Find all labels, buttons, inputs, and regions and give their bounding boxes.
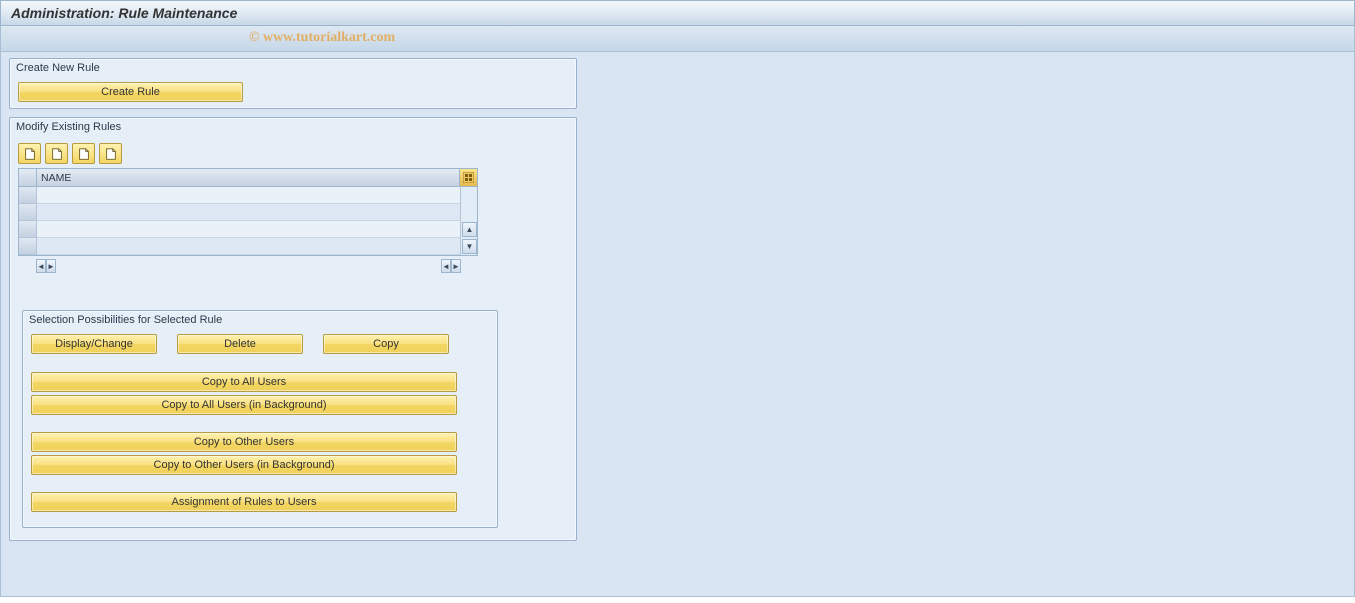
copy-to-other-users-bg-button[interactable]: Copy to Other Users (in Background) — [31, 455, 457, 475]
chevron-down-icon: ▼ — [466, 243, 474, 251]
panel-title-selection: Selection Possibilities for Selected Rul… — [23, 311, 497, 331]
panel-title-create: Create New Rule — [10, 59, 576, 79]
column-header-name[interactable]: NAME — [37, 169, 459, 187]
document-icon — [23, 147, 37, 161]
chevron-up-icon: ▲ — [466, 226, 474, 234]
scroll-right-button[interactable]: ► — [46, 259, 56, 273]
cell-name[interactable] — [37, 238, 460, 255]
table-rows — [19, 187, 460, 255]
panel-selection-possibilities: Selection Possibilities for Selected Rul… — [22, 310, 498, 528]
copy-all-label: Copy to All Users — [202, 376, 286, 388]
table-row[interactable] — [19, 238, 460, 255]
toolbar-icon-4[interactable] — [99, 143, 122, 164]
table-row[interactable] — [19, 204, 460, 221]
panel-modify-existing-rules: Modify Existing Rules NAME — [9, 117, 577, 541]
copy-other-bg-label: Copy to Other Users (in Background) — [154, 459, 335, 471]
row-selector[interactable] — [19, 221, 37, 238]
table-row[interactable] — [19, 221, 460, 238]
cell-name[interactable] — [37, 204, 460, 221]
copy-button[interactable]: Copy — [323, 334, 449, 354]
modify-toolbar — [16, 141, 570, 168]
copy-all-bg-label: Copy to All Users (in Background) — [161, 399, 326, 411]
create-rule-button[interactable]: Create Rule — [18, 82, 243, 102]
copy-label: Copy — [373, 338, 399, 350]
chevron-left-icon: ◄ — [37, 262, 45, 271]
application-toolbar: © www.tutorialkart.com — [0, 26, 1355, 52]
chevron-right-icon: ► — [47, 262, 55, 271]
copy-to-other-users-button[interactable]: Copy to Other Users — [31, 432, 457, 452]
vertical-scrollbar[interactable]: ▲ ▼ — [460, 187, 477, 255]
scroll-up-button[interactable]: ▲ — [462, 222, 477, 237]
copy-to-all-users-button[interactable]: Copy to All Users — [31, 372, 457, 392]
document-icon — [50, 147, 64, 161]
copy-other-label: Copy to Other Users — [194, 436, 294, 448]
scroll-left-button[interactable]: ◄ — [36, 259, 46, 273]
horizontal-scrollbar: ◄ ► ◄ ► — [18, 256, 478, 274]
watermark-text: © www.tutorialkart.com — [249, 30, 395, 46]
cell-name[interactable] — [37, 221, 460, 238]
row-selector[interactable] — [19, 204, 37, 221]
row-selector[interactable] — [19, 238, 37, 255]
assignment-of-rules-button[interactable]: Assignment of Rules to Users — [31, 492, 457, 512]
page-title: Administration: Rule Maintenance — [11, 5, 237, 21]
cell-name[interactable] — [37, 187, 460, 204]
display-change-label: Display/Change — [55, 338, 133, 350]
rules-table[interactable]: NAME — [18, 168, 478, 256]
toolbar-icon-2[interactable] — [45, 143, 68, 164]
row-selector[interactable] — [19, 187, 37, 204]
table-settings-icon — [463, 172, 474, 183]
panel-create-new-rule: Create New Rule Create Rule — [9, 58, 577, 109]
display-change-button[interactable]: Display/Change — [31, 334, 157, 354]
delete-button[interactable]: Delete — [177, 334, 303, 354]
scroll-down-button[interactable]: ▼ — [462, 239, 477, 254]
table-select-all[interactable] — [19, 169, 37, 187]
assignment-label: Assignment of Rules to Users — [172, 496, 317, 508]
main-content: Create New Rule Create Rule Modify Exist… — [0, 52, 1355, 597]
table-settings-button[interactable] — [459, 169, 477, 187]
delete-label: Delete — [224, 338, 256, 350]
scroll-left-end-button[interactable]: ◄ — [441, 259, 451, 273]
document-icon — [77, 147, 91, 161]
scroll-right-end-button[interactable]: ► — [451, 259, 461, 273]
title-bar: Administration: Rule Maintenance — [0, 0, 1355, 26]
toolbar-icon-1[interactable] — [18, 143, 41, 164]
create-rule-button-label: Create Rule — [101, 86, 160, 98]
toolbar-icon-3[interactable] — [72, 143, 95, 164]
document-icon — [104, 147, 118, 161]
chevron-right-icon: ► — [452, 262, 460, 271]
copy-to-all-users-bg-button[interactable]: Copy to All Users (in Background) — [31, 395, 457, 415]
panel-title-modify: Modify Existing Rules — [10, 118, 576, 138]
chevron-left-icon: ◄ — [442, 262, 450, 271]
table-row[interactable] — [19, 187, 460, 204]
